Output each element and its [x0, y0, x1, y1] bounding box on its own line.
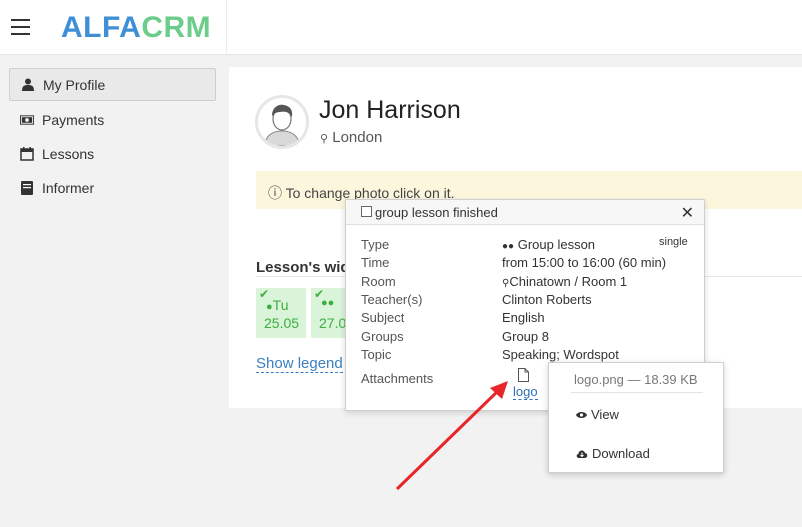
annotation-arrow [395, 381, 508, 491]
